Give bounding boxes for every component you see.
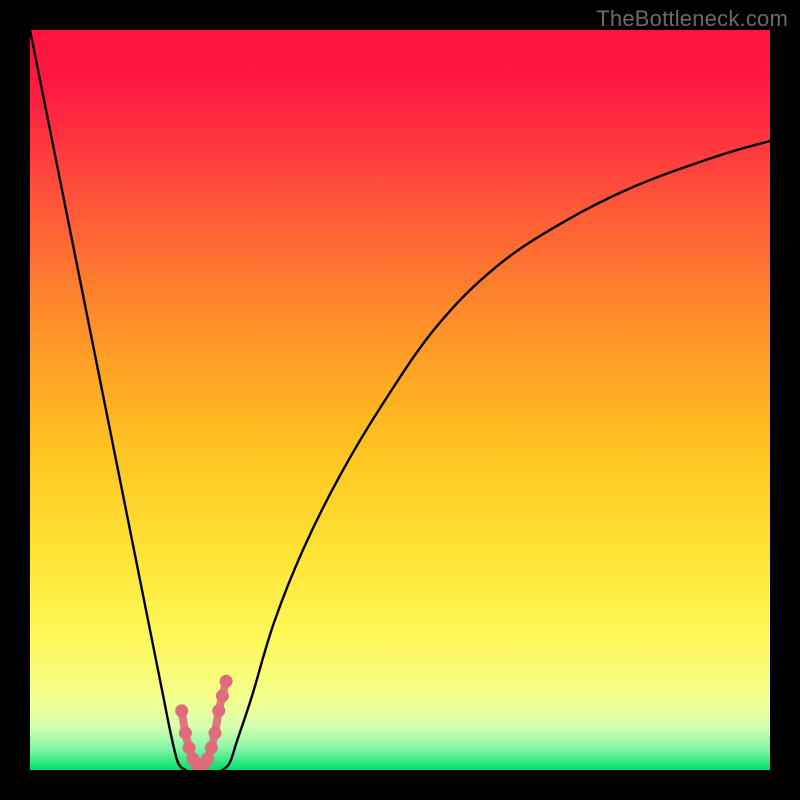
- gradient-background: [30, 30, 770, 770]
- chart-svg: [30, 30, 770, 770]
- watermark-text: TheBottleneck.com: [596, 6, 788, 32]
- plot-area: [30, 30, 770, 770]
- chart-frame: TheBottleneck.com: [0, 0, 800, 800]
